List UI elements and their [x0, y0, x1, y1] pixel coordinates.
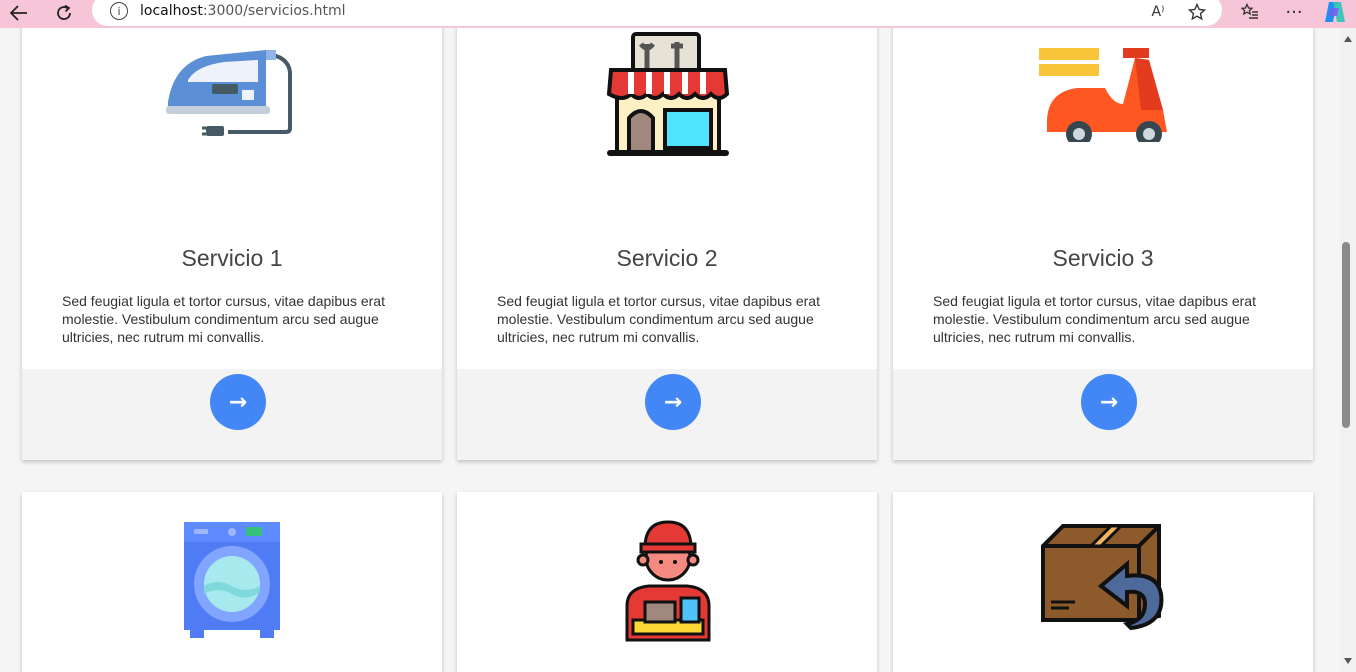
reload-button[interactable] [49, 0, 79, 26]
washing-machine-icon [184, 522, 280, 645]
site-info-icon[interactable]: i [110, 2, 128, 20]
card-title: Servicio 3 [1052, 245, 1154, 271]
return-box-icon [1041, 524, 1165, 641]
url-path: :3000/servicios.html [202, 3, 346, 19]
more-menu-icon[interactable]: ··· [1279, 0, 1309, 24]
browser-toolbar: i localhost:3000/servicios.html A⁾ ··· [0, 0, 1356, 28]
repair-shop-icon [606, 32, 730, 161]
service-card-3: Servicio 3 Sed feugiat ligula et tortor … [893, 28, 1313, 460]
service-card-4 [22, 492, 442, 672]
arrow-left-icon [10, 5, 27, 21]
read-aloud-button[interactable]: A⁾ [1143, 0, 1173, 24]
copilot-icon[interactable] [1320, 0, 1350, 24]
arrow-right-button[interactable]: → [1081, 374, 1137, 430]
page-content: Servicio 1 Sed feugiat ligula et tortor … [0, 28, 1340, 672]
card-footer: → [457, 369, 877, 460]
favorite-star-icon[interactable] [1182, 0, 1212, 24]
arrow-right-button[interactable]: → [645, 374, 701, 430]
scroll-down-icon[interactable] [1344, 658, 1352, 664]
card-footer: → [22, 369, 442, 460]
arrow-right-button[interactable]: → [210, 374, 266, 430]
card-footer: → [893, 369, 1313, 460]
back-button[interactable] [4, 0, 34, 26]
iron-icon [166, 42, 296, 143]
card-text: Sed feugiat ligula et tortor cursus, vit… [497, 293, 820, 345]
reload-icon [57, 4, 71, 20]
delivery-person-icon [621, 518, 715, 647]
card-title: Servicio 2 [616, 245, 718, 271]
service-card-1: Servicio 1 Sed feugiat ligula et tortor … [22, 28, 442, 460]
delivery-scooter-icon [1037, 48, 1169, 147]
card-title: Servicio 1 [181, 245, 283, 271]
url-host: localhost [140, 3, 203, 19]
service-card-5 [457, 492, 877, 672]
card-text: Sed feugiat ligula et tortor cursus, vit… [62, 293, 385, 345]
service-card-2: Servicio 2 Sed feugiat ligula et tortor … [457, 28, 877, 460]
scrollbar-thumb[interactable] [1342, 242, 1350, 428]
url-text[interactable]: localhost:3000/servicios.html [140, 3, 346, 19]
card-text: Sed feugiat ligula et tortor cursus, vit… [933, 293, 1256, 345]
scroll-up-icon[interactable] [1344, 36, 1352, 42]
service-card-6 [893, 492, 1313, 672]
vertical-scrollbar[interactable] [1340, 28, 1356, 672]
favorites-list-icon[interactable] [1235, 0, 1265, 24]
